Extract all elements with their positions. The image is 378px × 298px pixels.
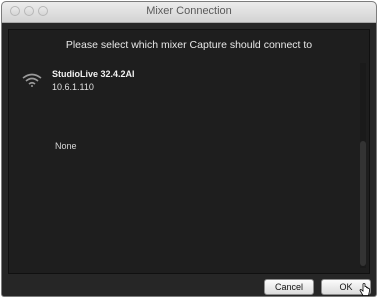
cancel-button[interactable]: Cancel [264,279,314,295]
mixer-list: StudioLive 32.4.2AI 10.6.1.110 None [13,61,356,267]
mixer-name: StudioLive 32.4.2AI [52,69,135,79]
wifi-icon [22,73,42,87]
hand-cursor-icon [359,283,370,296]
window-title: Mixer Connection [146,5,232,17]
scrollbar-thumb[interactable] [360,141,366,266]
dialog-prompt: Please select which mixer Capture should… [65,39,313,51]
content-panel: Please select which mixer Capture should… [8,29,370,274]
mixer-connection-window: Mixer Connection Please select which mix… [1,1,377,297]
list-scrollbar[interactable] [360,63,366,268]
mixer-list-item[interactable]: StudioLive 32.4.2AI 10.6.1.110 [13,66,353,96]
titlebar: Mixer Connection [2,2,376,23]
mixer-ip: 10.6.1.110 [52,82,94,92]
none-list-item[interactable]: None [55,141,77,151]
